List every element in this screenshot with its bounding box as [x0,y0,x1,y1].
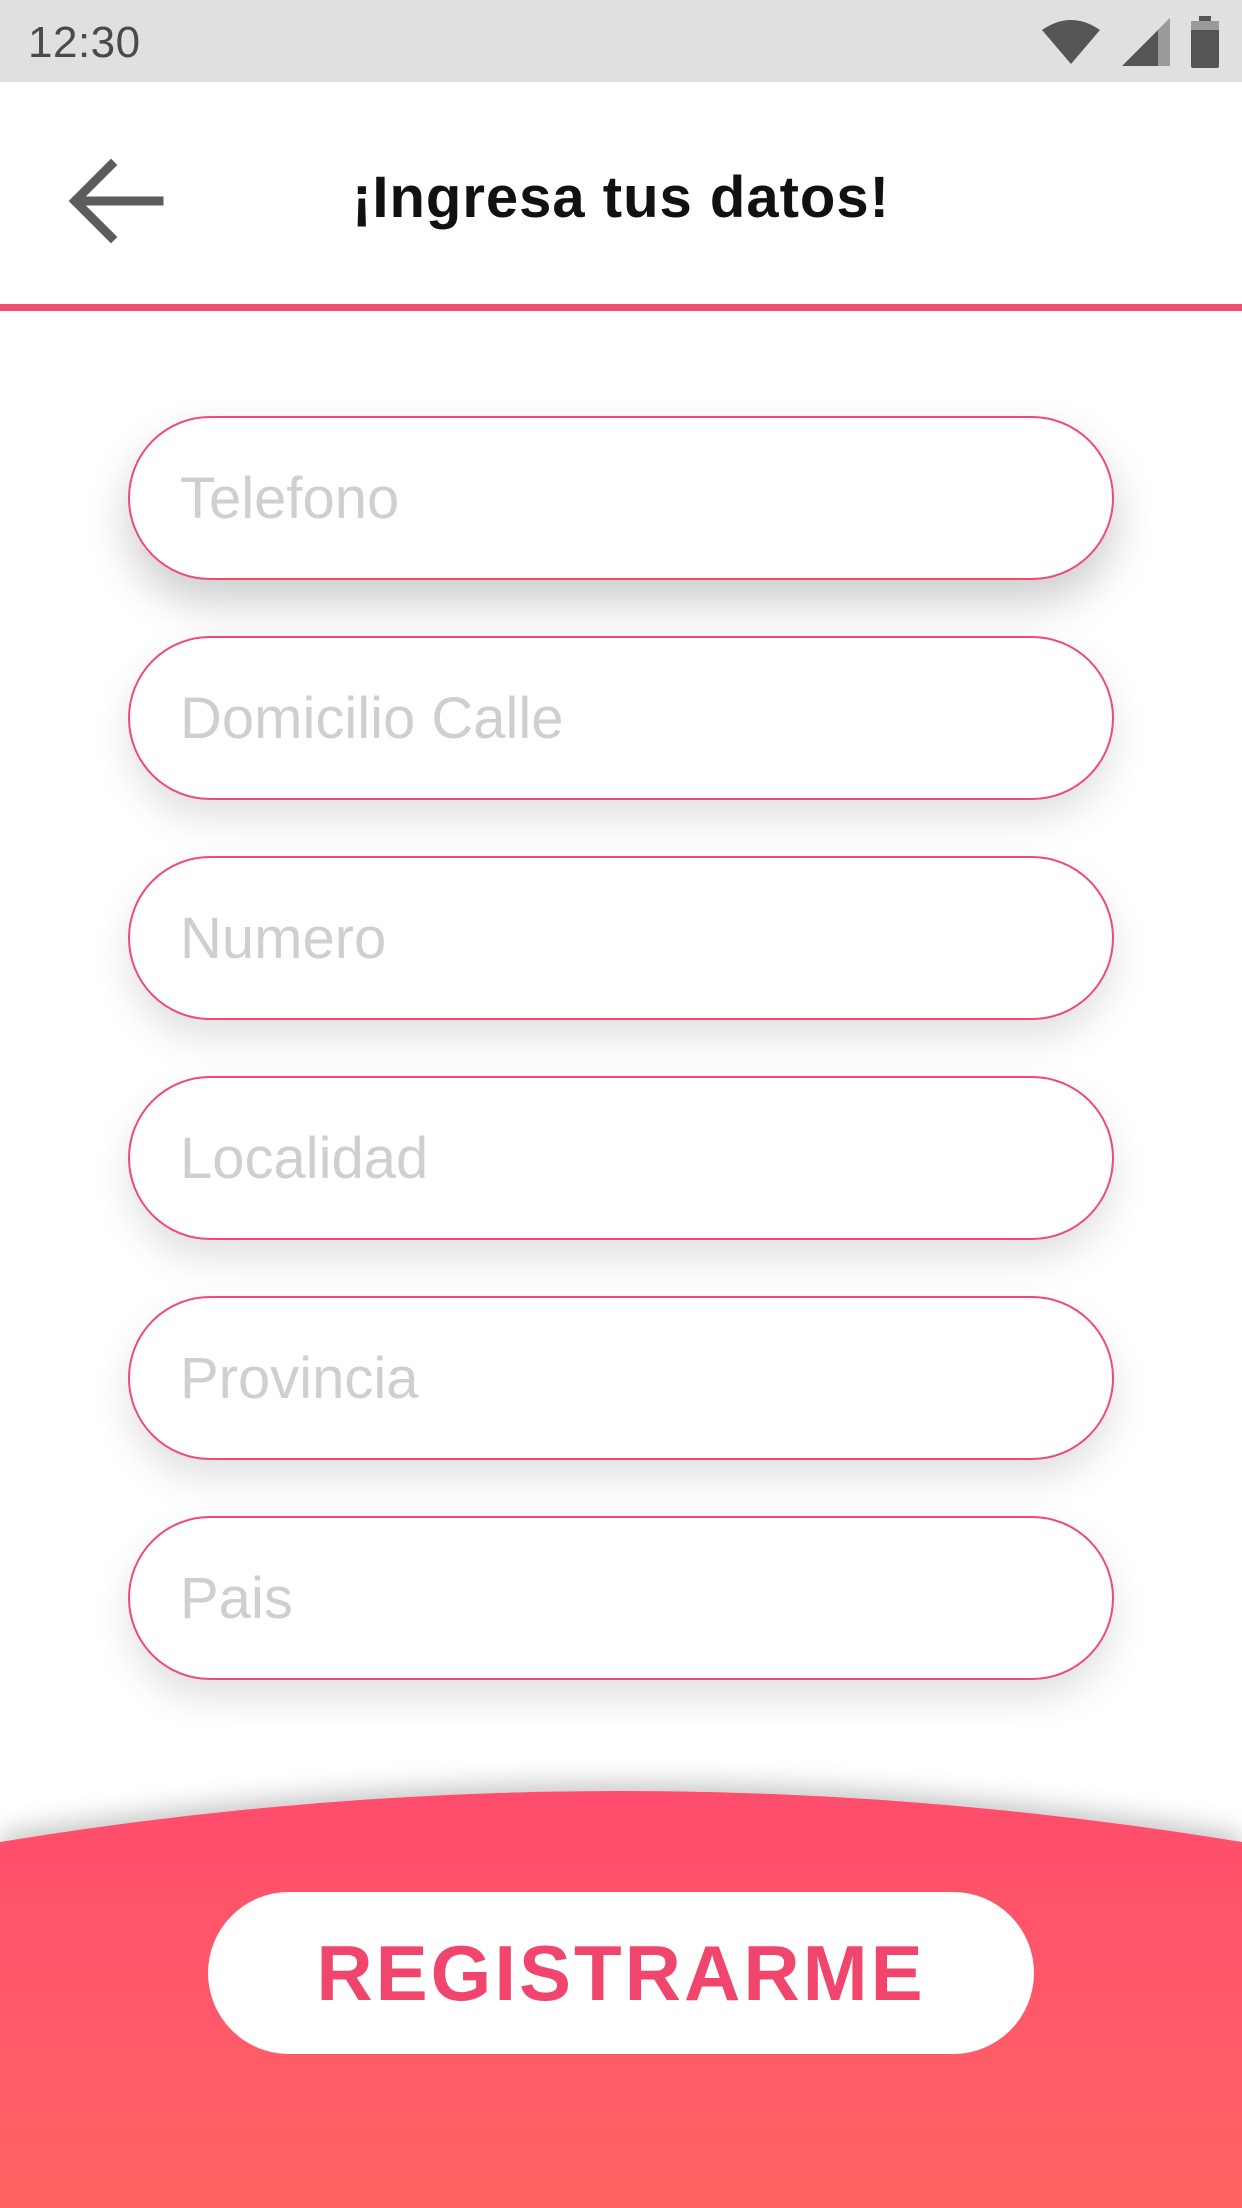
province-field[interactable] [128,1296,1114,1460]
registration-form [128,416,1114,1736]
register-button-label: REGISTRARME [316,1928,926,2017]
footer-panel: REGISTRARME [0,1760,1242,2208]
country-field[interactable] [128,1516,1114,1680]
locality-input[interactable] [180,1078,1060,1238]
status-time: 12:30 [28,18,141,67]
street-input[interactable] [180,638,1060,798]
signal-icon [1120,16,1172,68]
country-input[interactable] [180,1518,1060,1678]
battery-icon [1190,16,1220,68]
wifi-icon [1040,18,1102,66]
header: ¡Ingresa tus datos! [0,82,1242,308]
page-title: ¡Ingresa tus datos! [352,165,890,230]
header-divider [0,304,1242,311]
screen: 12:30 ¡Ingresa tus datos! Telefono Domic… [0,0,1242,2208]
locality-field[interactable] [128,1076,1114,1240]
number-field[interactable] [128,856,1114,1020]
phone-input[interactable] [180,418,1060,578]
register-button[interactable]: REGISTRARME [208,1892,1034,2054]
phone-field[interactable] [128,416,1114,580]
number-input[interactable] [180,858,1060,1018]
street-field[interactable] [128,636,1114,800]
status-bar: 12:30 [0,0,1242,82]
status-icons [1040,16,1220,68]
province-input[interactable] [180,1298,1060,1458]
